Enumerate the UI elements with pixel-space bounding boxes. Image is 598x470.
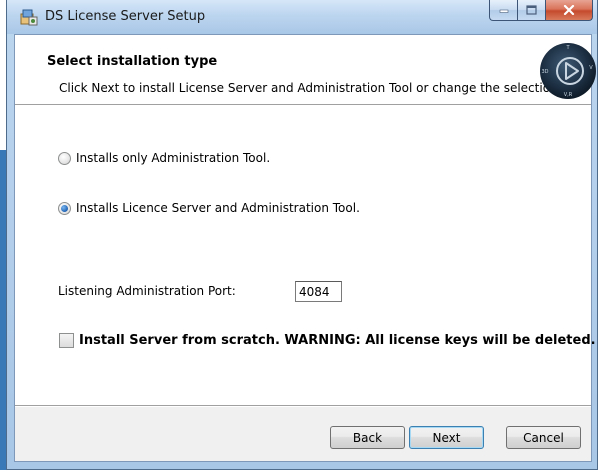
option-admin-tool-only[interactable]: Installs only Administration Tool. — [58, 151, 270, 165]
port-input[interactable] — [295, 281, 342, 302]
next-button[interactable]: Next — [409, 426, 484, 449]
cancel-button[interactable]: Cancel — [506, 426, 581, 449]
compass-bottom-letter: V,R — [564, 92, 573, 98]
back-button[interactable]: Back — [330, 426, 405, 449]
option-server-and-admin-tool-label: Installs Licence Server and Administrati… — [76, 201, 360, 215]
compass-right-letter: V — [589, 65, 593, 71]
installer-icon — [20, 9, 38, 26]
port-label: Listening Administration Port: — [58, 284, 236, 298]
radio-selected-dot — [61, 204, 68, 212]
minimize-icon — [499, 9, 508, 13]
minimize-button[interactable] — [489, 0, 517, 21]
window-title: DS License Server Setup — [45, 9, 206, 24]
3d-compass-logo-icon: T 3D V V,R — [540, 43, 596, 99]
close-icon — [563, 5, 575, 15]
button-bar: Back Next Cancel — [15, 407, 591, 461]
radio-server-and-admin-tool[interactable] — [58, 201, 71, 215]
option-admin-tool-only-label: Installs only Administration Tool. — [76, 151, 271, 165]
maximize-icon — [526, 5, 537, 15]
radio-admin-tool-only[interactable] — [58, 151, 71, 165]
dialog-client-area: Select installation type Click Next to i… — [14, 34, 596, 462]
scratch-install-label: Install Server from scratch. WARNING: Al… — [79, 333, 596, 348]
page-subtitle: Click Next to install License Server and… — [59, 81, 562, 95]
page-title: Select installation type — [47, 54, 218, 69]
title-bar[interactable]: DS License Server Setup — [7, 0, 597, 34]
caption-buttons — [489, 0, 593, 21]
scratch-install-checkbox[interactable] — [59, 333, 74, 348]
maximize-button[interactable] — [517, 0, 545, 21]
option-server-and-admin-tool[interactable]: Installs Licence Server and Administrati… — [58, 201, 360, 215]
setup-window: DS License Server Setup Select installat… — [6, 0, 598, 470]
compass-left-letter: 3D — [541, 69, 548, 75]
header-banner: Select installation type Click Next to i… — [15, 35, 596, 105]
close-button[interactable] — [545, 0, 593, 21]
scratch-install-option[interactable]: Install Server from scratch. WARNING: Al… — [59, 333, 596, 348]
